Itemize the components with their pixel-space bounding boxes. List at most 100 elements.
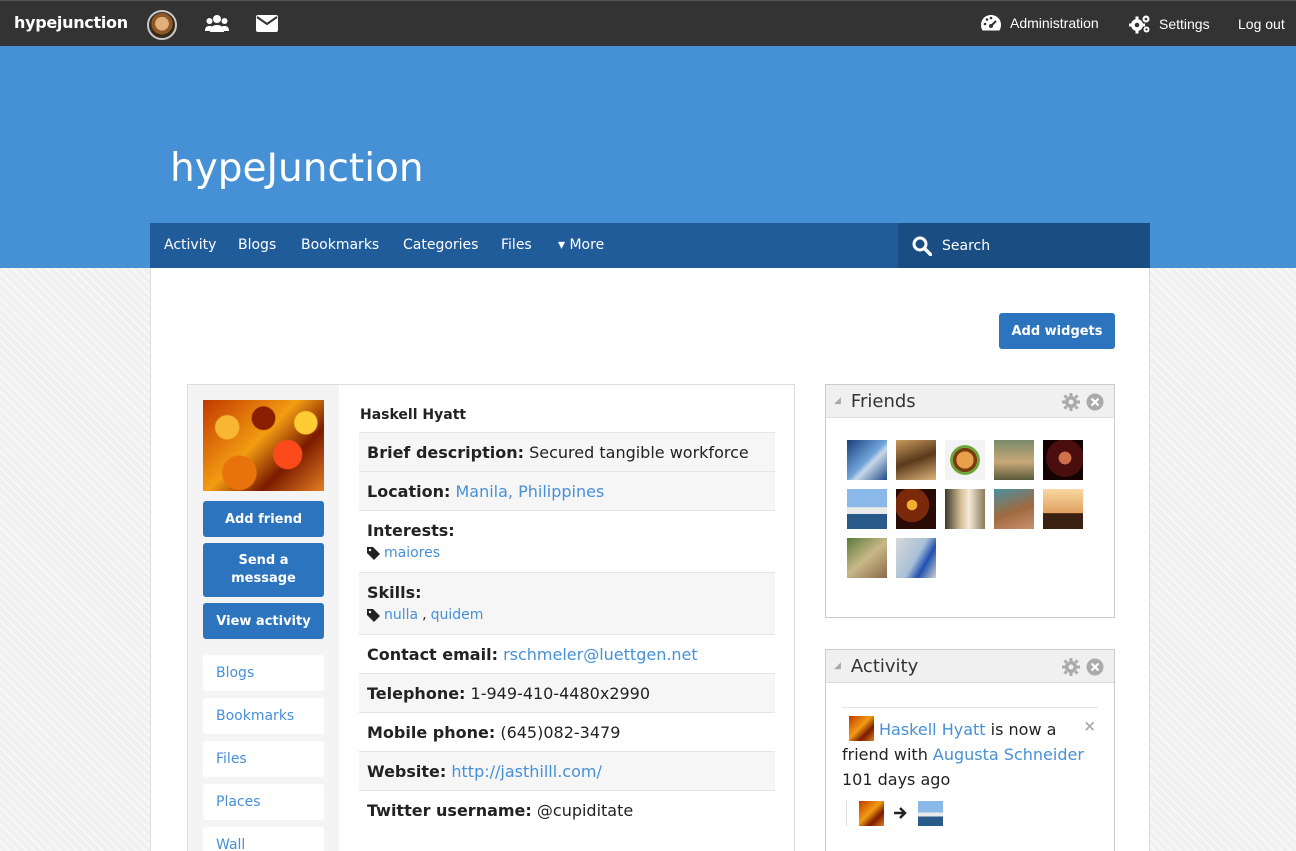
tag-link[interactable]: nulla xyxy=(384,605,418,626)
target-thumbnail[interactable] xyxy=(918,800,943,826)
search-input[interactable] xyxy=(942,237,1142,254)
field-label: Twitter username: xyxy=(367,801,532,820)
friend-thumbnail[interactable] xyxy=(847,489,887,529)
tag-icon xyxy=(367,609,380,622)
gears-icon xyxy=(1129,15,1150,34)
field-interests: Interests: maiores xyxy=(359,511,775,573)
profile-sidebar: Add friend Send a message View activity … xyxy=(188,385,339,851)
field-telephone: Telephone: 1-949-410-4480x2990 xyxy=(359,674,775,713)
close-icon[interactable] xyxy=(1086,393,1104,411)
nav-files[interactable]: Files xyxy=(501,237,532,253)
add-widgets-button[interactable]: Add widgets xyxy=(999,313,1115,349)
field-label: Interests: xyxy=(367,521,455,540)
field-website: Website: http://jasthilll.com/ xyxy=(359,752,775,791)
tag-link[interactable]: maiores xyxy=(384,543,440,564)
activity-item: Haskell Hyatt is now a friend with Augus… xyxy=(842,707,1098,826)
arrow-right-icon xyxy=(894,807,907,819)
field-brief-description: Brief description: Secured tangible work… xyxy=(359,433,775,472)
field-value: @cupiditate xyxy=(536,801,634,820)
friend-thumbnail[interactable] xyxy=(994,489,1034,529)
main-nav: Activity Blogs Bookmarks Categories File… xyxy=(150,223,1150,268)
activity-widget: ◢ Activity Haskell Hyatt is now a friend… xyxy=(825,649,1115,851)
friend-thumbnail[interactable] xyxy=(896,440,936,480)
activity-attachment xyxy=(846,800,1098,826)
gear-icon[interactable] xyxy=(1062,658,1080,676)
search-box xyxy=(898,223,1150,268)
profile-link-files[interactable]: Files xyxy=(203,741,324,777)
close-icon[interactable] xyxy=(1086,658,1104,676)
email-link[interactable]: rschmeler@luettgen.net xyxy=(503,645,698,664)
friend-thumbnail[interactable] xyxy=(945,489,985,529)
field-value: 1-949-410-4480x2990 xyxy=(470,684,651,703)
website-link[interactable]: http://jasthilll.com/ xyxy=(451,762,601,781)
profile-link-places[interactable]: Places xyxy=(203,784,324,820)
field-label: Website: xyxy=(367,762,447,781)
widget-title: Activity xyxy=(850,655,919,677)
site-header: hypeJunction Activity Blogs Bookmarks Ca… xyxy=(0,46,1296,268)
collapse-icon[interactable]: ◢ xyxy=(834,396,841,406)
top-bar: hypejunction Administration Settings Log… xyxy=(0,0,1296,46)
nav-activity[interactable]: Activity xyxy=(164,237,216,253)
logout-link[interactable]: Log out xyxy=(1238,16,1285,32)
collapse-icon[interactable]: ◢ xyxy=(834,661,841,671)
activity-avatar[interactable] xyxy=(849,716,874,741)
profile-link-wall[interactable]: Wall xyxy=(203,827,324,851)
friend-thumbnail[interactable] xyxy=(847,440,887,480)
field-contact-email: Contact email: rschmeler@luettgen.net xyxy=(359,635,775,674)
messages-icon[interactable] xyxy=(256,13,280,35)
friend-thumbnail[interactable] xyxy=(945,440,985,480)
site-title[interactable]: hypeJunction xyxy=(170,146,424,191)
nav-blogs[interactable]: Blogs xyxy=(238,237,276,253)
field-label: Skills: xyxy=(367,583,422,602)
view-activity-button[interactable]: View activity xyxy=(203,603,324,639)
friend-thumbnail[interactable] xyxy=(896,489,936,529)
field-twitter: Twitter username: @cupiditate xyxy=(359,791,775,829)
search-icon[interactable] xyxy=(912,236,932,256)
field-label: Mobile phone: xyxy=(367,723,496,742)
profile-name: Haskell Hyatt xyxy=(359,399,775,433)
settings-link[interactable]: Settings xyxy=(1129,14,1210,34)
profile-link-bookmarks[interactable]: Bookmarks xyxy=(203,698,324,734)
administration-link[interactable]: Administration xyxy=(980,14,1099,32)
widget-title: Friends xyxy=(850,390,916,412)
friend-thumbnail[interactable] xyxy=(847,538,887,578)
remove-icon[interactable]: × xyxy=(1083,714,1096,739)
friend-thumbnail[interactable] xyxy=(1043,440,1083,480)
actor-link[interactable]: Haskell Hyatt xyxy=(879,720,986,739)
send-message-button[interactable]: Send a message xyxy=(203,543,324,597)
widget-header: ◢ Activity xyxy=(826,650,1114,683)
field-label: Location: xyxy=(367,482,451,501)
field-location: Location: Manila, Philippines xyxy=(359,472,775,511)
friend-thumbnail[interactable] xyxy=(896,538,936,578)
field-value: Secured tangible workforce xyxy=(529,443,749,462)
field-skills: Skills: nulla, quidem xyxy=(359,573,775,635)
administration-label: Administration xyxy=(1010,15,1099,31)
main-content: Add widgets Add friend Send a message Vi… xyxy=(150,268,1150,851)
nav-bookmarks[interactable]: Bookmarks xyxy=(301,237,379,253)
activity-time: 101 days ago xyxy=(842,770,951,789)
tag-link[interactable]: quidem xyxy=(431,605,484,626)
target-link[interactable]: Augusta Schneider xyxy=(933,745,1084,764)
add-friend-button[interactable]: Add friend xyxy=(203,501,324,537)
profile-photo[interactable] xyxy=(203,400,324,491)
tag-icon xyxy=(367,547,380,560)
field-label: Brief description: xyxy=(367,443,525,462)
field-value: (645)082-3479 xyxy=(500,723,621,742)
widget-header: ◢ Friends xyxy=(826,385,1114,418)
profile-link-blogs[interactable]: Blogs xyxy=(203,655,324,691)
nav-categories[interactable]: Categories xyxy=(403,237,478,253)
site-logo[interactable]: hypejunction xyxy=(14,13,128,32)
friends-icon[interactable] xyxy=(205,13,229,35)
user-avatar[interactable] xyxy=(147,10,177,40)
profile-details: Haskell Hyatt Brief description: Secured… xyxy=(359,399,775,829)
gear-icon[interactable] xyxy=(1062,393,1080,411)
friend-thumbnail[interactable] xyxy=(994,440,1034,480)
field-label: Contact email: xyxy=(367,645,498,664)
actor-thumbnail[interactable] xyxy=(859,800,884,826)
friend-thumbnail[interactable] xyxy=(1043,489,1083,529)
friends-widget: ◢ Friends xyxy=(825,384,1115,618)
field-mobile-phone: Mobile phone: (645)082-3479 xyxy=(359,713,775,752)
location-link[interactable]: Manila, Philippines xyxy=(455,482,604,501)
nav-more[interactable]: ▾ More xyxy=(558,237,604,253)
field-label: Telephone: xyxy=(367,684,466,703)
